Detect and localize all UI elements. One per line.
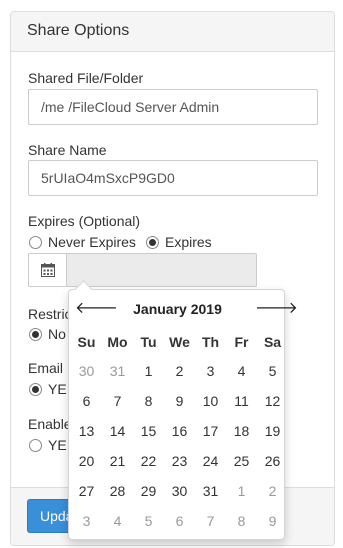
calendar-day[interactable]: 28 <box>102 476 133 506</box>
share-name-field[interactable]: 5rUIaO4mSxcP9GD0 <box>28 160 318 196</box>
calendar-day[interactable]: 12 <box>257 386 288 416</box>
calendar-day[interactable]: 11 <box>226 386 257 416</box>
calendar-day[interactable]: 30 <box>71 356 102 386</box>
calendar-day[interactable]: 9 <box>164 386 195 416</box>
panel-title: Share Options <box>27 22 130 39</box>
share-name-label: Share Name <box>28 142 107 158</box>
calendar-day[interactable]: 25 <box>226 446 257 476</box>
calendar-day[interactable]: 23 <box>164 446 195 476</box>
calendar-day[interactable]: 6 <box>164 506 195 536</box>
enable-yes-radio[interactable] <box>29 439 42 452</box>
date-addon[interactable] <box>28 253 66 287</box>
enable-label: Enable <box>28 416 72 432</box>
calendar-day[interactable]: 17 <box>195 416 226 446</box>
calendar-day[interactable]: 7 <box>102 386 133 416</box>
calendar-day[interactable]: 2 <box>257 476 288 506</box>
calendar-day[interactable]: 9 <box>257 506 288 536</box>
weekday-header: Th <box>201 334 220 350</box>
weekday-header: Su <box>77 334 96 350</box>
enable-yes-label: YE <box>48 437 67 453</box>
weekday-header: Mo <box>107 334 128 350</box>
calendar-day[interactable]: 14 <box>102 416 133 446</box>
restrict-no-label: No <box>48 326 66 342</box>
calendar-day[interactable]: 4 <box>102 506 133 536</box>
weekday-header: Fr <box>234 334 249 350</box>
calendar-day[interactable]: 1 <box>133 356 164 386</box>
email-yes-label: YE <box>48 381 67 397</box>
calendar-day[interactable]: 19 <box>257 416 288 446</box>
calendar-day[interactable]: 31 <box>195 476 226 506</box>
calendar-day[interactable]: 30 <box>164 476 195 506</box>
calendar-day[interactable]: 27 <box>71 476 102 506</box>
calendar-day[interactable]: 16 <box>164 416 195 446</box>
calendar-day[interactable]: 6 <box>71 386 102 416</box>
shared-path-label: Shared File/Folder <box>28 70 144 86</box>
calendar-day[interactable]: 21 <box>102 446 133 476</box>
calendar-day[interactable]: 15 <box>133 416 164 446</box>
calendar-day[interactable]: 22 <box>133 446 164 476</box>
expires-option-label: Expires <box>165 234 212 250</box>
weekday-header: We <box>169 334 190 350</box>
never-expires-radio[interactable] <box>29 236 42 249</box>
prev-month-icon[interactable]: 🡐 <box>75 298 118 320</box>
calendar-day[interactable]: 3 <box>195 356 226 386</box>
calendar-day[interactable]: 1 <box>226 476 257 506</box>
shared-path-field[interactable]: /me /FileCloud Server Admin <box>28 89 318 125</box>
next-month-icon[interactable]: 🡒 <box>255 298 298 320</box>
calendar-day[interactable]: 18 <box>226 416 257 446</box>
datepicker-popup: 🡐 January 2019 🡒 Su Mo Tu We Th Fr Sa 30 31 1 2 3 4 5… <box>68 289 298 540</box>
calendar-icon <box>41 263 55 277</box>
email-yes-radio[interactable] <box>29 383 42 396</box>
weekday-header: Tu <box>140 334 157 350</box>
calendar-day[interactable]: 8 <box>133 386 164 416</box>
month-label[interactable]: January 2019 <box>109 301 246 317</box>
restrict-no-radio[interactable] <box>29 328 42 341</box>
panel-header: Share Options <box>11 12 334 52</box>
calendar-day[interactable]: 24 <box>195 446 226 476</box>
calendar-day[interactable]: 31 <box>102 356 133 386</box>
calendar-day[interactable]: 2 <box>164 356 195 386</box>
expiry-date-input[interactable] <box>66 253 257 287</box>
calendar-day[interactable]: 4 <box>226 356 257 386</box>
calendar-day[interactable]: 26 <box>257 446 288 476</box>
calendar-day[interactable]: 5 <box>257 356 288 386</box>
calendar-day[interactable]: 29 <box>133 476 164 506</box>
restrict-label: Restric <box>28 306 72 322</box>
expires-radio[interactable] <box>146 236 159 249</box>
calendar-day[interactable]: 7 <box>195 506 226 536</box>
calendar-day[interactable]: 3 <box>71 506 102 536</box>
email-label: Email I <box>28 360 71 376</box>
calendar-day[interactable]: 20 <box>71 446 102 476</box>
never-expires-label: Never Expires <box>48 234 136 250</box>
calendar-day[interactable]: 8 <box>226 506 257 536</box>
calendar-day[interactable]: 5 <box>133 506 164 536</box>
weekday-header: Sa <box>263 334 282 350</box>
expires-label: Expires (Optional) <box>28 213 141 229</box>
calendar-day[interactable]: 10 <box>195 386 226 416</box>
calendar-day[interactable]: 13 <box>71 416 102 446</box>
